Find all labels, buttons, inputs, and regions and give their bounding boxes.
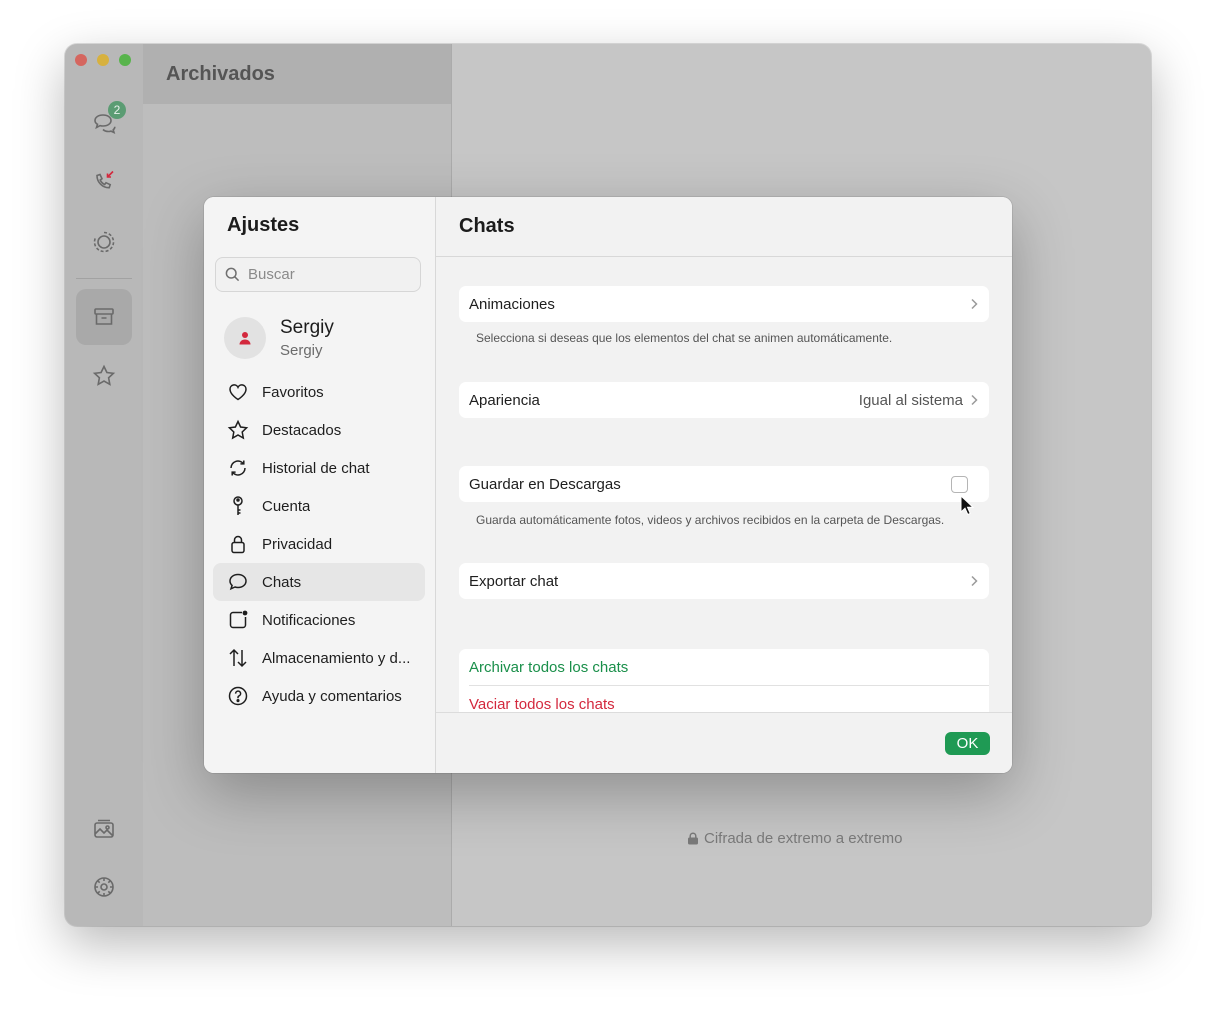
panel-title: Chats [436,197,1012,257]
rail-divider [76,278,132,279]
archive-all-chats-button[interactable]: Archivar todos los chats [459,649,989,685]
star-icon [92,364,116,386]
chevron-right-icon [971,298,978,310]
media-nav-button[interactable] [76,801,132,857]
lock-icon [231,535,245,554]
menu-item-label: Almacenamiento y d... [262,649,411,667]
menu-item-label: Cuenta [262,497,311,515]
menu-item-label: Privacidad [262,535,333,553]
window-controls [75,54,131,66]
menu-item-label: Notificaciones [262,611,356,629]
chat-list-title: Archivados [143,44,451,104]
minimize-window-button[interactable] [97,54,109,66]
dialog-footer: OK [436,712,1012,773]
status-icon [93,231,115,253]
encryption-note: Cifrada de extremo a extremo [687,830,902,847]
menu-item-favoritos[interactable]: Favoritos [213,373,425,411]
chat-actions-group: Archivar todos los chats Vaciar todos lo… [459,649,989,712]
starred-nav-button[interactable] [76,348,132,404]
export-chat-label: Exportar chat [469,572,559,590]
clear-all-chats-button[interactable]: Vaciar todos los chats [459,686,989,713]
animations-label: Animaciones [469,295,555,313]
calls-nav-button[interactable] [76,154,132,210]
status-nav-button[interactable] [76,214,132,270]
maximize-window-button[interactable] [119,54,131,66]
appearance-value: Igual al sistema [858,391,963,409]
settings-content: Animaciones Selecciona si deseas que los… [436,258,1012,712]
profile-text: Sergiy Sergiy [280,317,334,359]
profile-name: Sergiy [280,317,334,338]
save-downloads-row[interactable]: Guardar en Descargas [459,466,989,502]
avatar [224,317,266,359]
save-downloads-checkbox[interactable] [951,475,968,493]
settings-sidebar: Ajustes Sergiy Sergiy Favoritos Desta [204,197,436,773]
missed-call-icon [96,170,114,189]
gallery-icon [94,819,114,838]
archive-icon [94,308,114,325]
key-icon [233,496,243,515]
animations-description: Selecciona si deseas que los elementos d… [476,331,893,345]
profile-card[interactable]: Sergiy Sergiy [224,317,334,359]
settings-nav-button[interactable] [76,859,132,915]
menu-item-label: Favoritos [262,383,324,401]
close-window-button[interactable] [75,54,87,66]
arrows-updown-icon [229,648,247,668]
nav-rail: 2 [65,44,143,926]
menu-item-label: Ayuda y comentarios [262,687,402,705]
settings-menu: Favoritos Destacados Historial de chat C… [213,373,425,715]
menu-item-label: Historial de chat [262,459,370,477]
menu-item-ayuda[interactable]: Ayuda y comentarios [213,677,425,715]
mouse-cursor-icon [960,495,974,516]
save-downloads-description: Guarda automáticamente fotos, videos y a… [476,513,945,527]
search-input[interactable] [248,266,408,283]
menu-item-chats[interactable]: Chats [213,563,425,601]
chats-settings-panel: Chats Animaciones Selecciona si deseas q… [436,197,1012,773]
lock-icon [688,832,698,845]
appearance-label: Apariencia [469,391,540,409]
ok-button[interactable]: OK [945,732,990,755]
star-icon [227,419,249,440]
menu-item-label: Destacados [262,421,342,439]
menu-item-historial[interactable]: Historial de chat [213,449,425,487]
chats-nav-button[interactable]: 2 [76,96,132,152]
menu-item-label: Chats [262,573,302,591]
menu-item-destacados[interactable]: Destacados [213,411,425,449]
help-icon [228,686,248,706]
unread-badge: 2 [108,101,126,119]
person-icon [239,332,251,345]
heart-icon [229,384,247,401]
menu-item-cuenta[interactable]: Cuenta [213,487,425,525]
chevron-right-icon [971,575,978,587]
chat-bubble-icon [229,573,247,591]
encryption-text: Cifrada de extremo a extremo [704,830,903,847]
profile-subtitle: Sergiy [280,342,323,359]
settings-dialog: Ajustes Sergiy Sergiy Favoritos Desta [204,197,1012,773]
chevron-right-icon [971,394,978,406]
gear-icon [94,877,114,897]
menu-item-privacidad[interactable]: Privacidad [213,525,425,563]
notification-icon [229,610,248,629]
menu-item-notificaciones[interactable]: Notificaciones [213,601,425,639]
appearance-row[interactable]: Apariencia Igual al sistema [459,382,989,418]
menu-item-almacenamiento[interactable]: Almacenamiento y d... [213,639,425,677]
save-downloads-label: Guardar en Descargas [469,475,621,493]
archived-nav-button[interactable] [76,289,132,345]
history-icon [230,460,246,476]
settings-title: Ajustes [227,214,300,236]
search-field[interactable] [215,257,421,292]
animations-row[interactable]: Animaciones [459,286,989,322]
search-icon [225,267,240,282]
export-chat-row[interactable]: Exportar chat [459,563,989,599]
